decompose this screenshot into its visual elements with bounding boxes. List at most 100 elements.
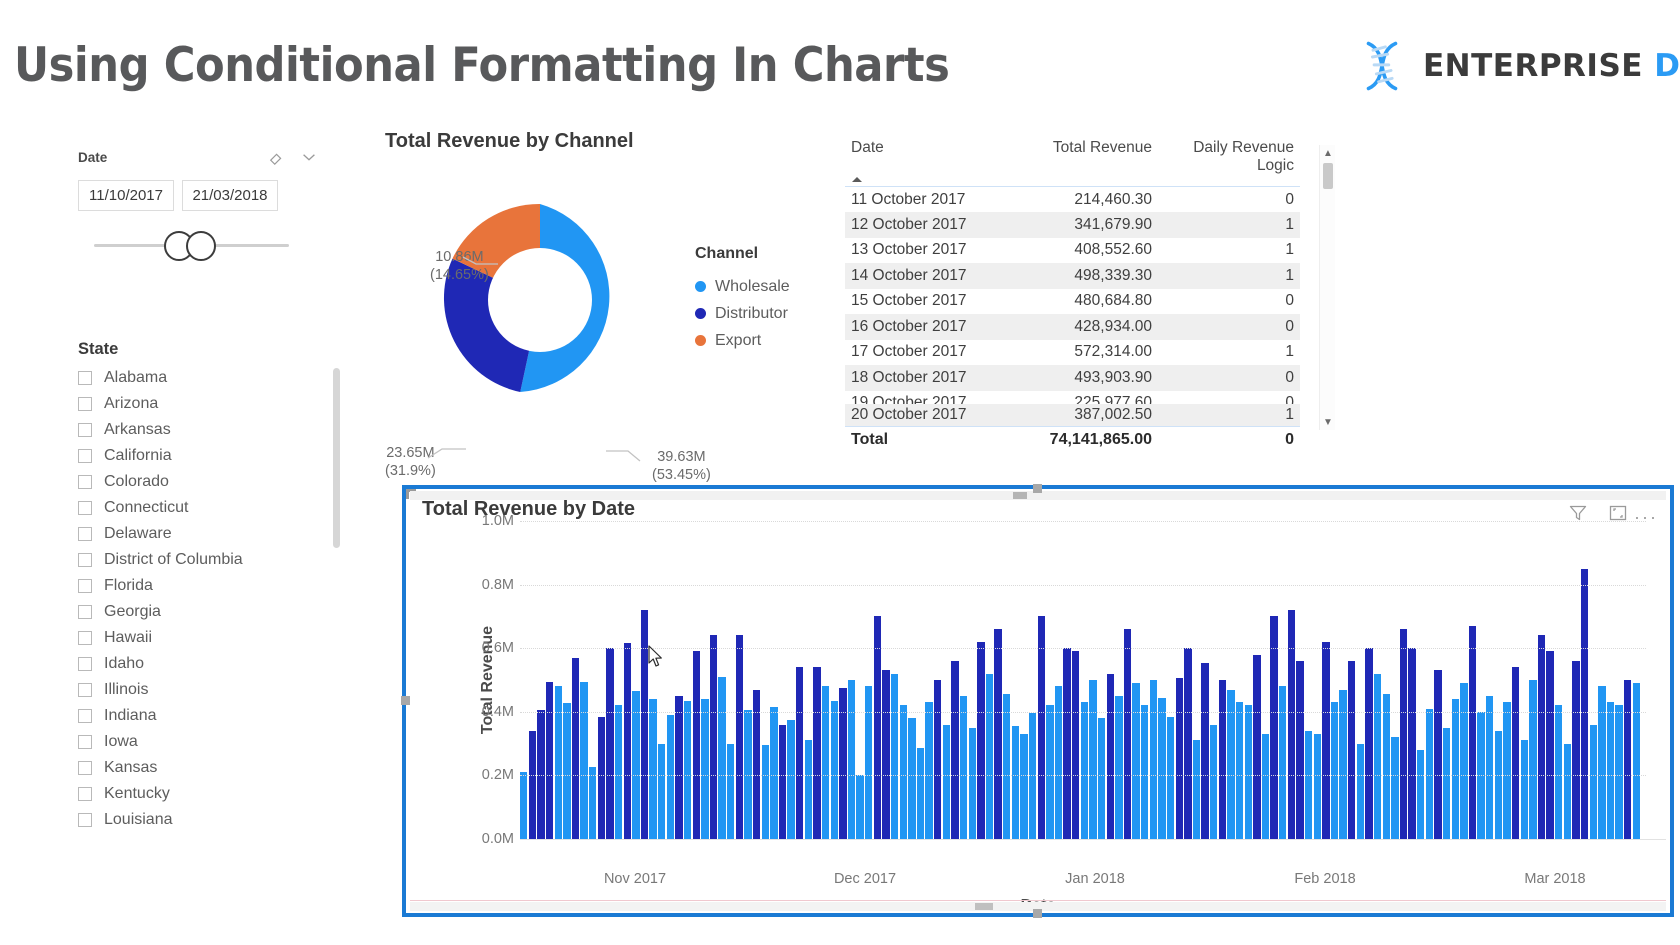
bar[interactable] [1201, 663, 1208, 839]
bar[interactable] [1400, 629, 1407, 839]
bar[interactable] [1063, 648, 1070, 839]
state-list-item[interactable]: Arkansas [78, 417, 338, 443]
bar[interactable] [1193, 740, 1200, 839]
bar[interactable] [943, 725, 950, 839]
bar[interactable] [1443, 728, 1450, 839]
bar[interactable] [1391, 737, 1398, 839]
bar[interactable] [805, 740, 812, 839]
state-list-item[interactable]: Delaware [78, 521, 338, 547]
bar[interactable] [1546, 651, 1553, 839]
state-checkbox[interactable] [78, 527, 92, 541]
table-header-row[interactable]: Date Total Revenue Daily Revenue Logic [845, 135, 1300, 187]
state-list-item[interactable]: Colorado [78, 469, 338, 495]
bar[interactable] [960, 696, 967, 839]
bar[interactable] [1408, 648, 1415, 839]
bar[interactable] [1495, 731, 1502, 839]
bar[interactable] [1098, 718, 1105, 839]
bar[interactable] [917, 748, 924, 839]
bar[interactable] [1581, 569, 1588, 839]
bar[interactable] [1003, 694, 1010, 839]
state-list-item[interactable]: Arizona [78, 391, 338, 417]
state-list-item[interactable]: Connecticut [78, 495, 338, 521]
state-checkbox[interactable] [78, 657, 92, 671]
table-row[interactable]: 16 October 2017428,934.000 [845, 314, 1300, 340]
bar[interactable] [606, 648, 613, 839]
bar[interactable] [1607, 702, 1614, 839]
state-checkbox[interactable] [78, 475, 92, 489]
bar[interactable] [848, 680, 855, 839]
bar[interactable] [675, 696, 682, 839]
resize-handle-bottom[interactable] [1033, 909, 1042, 918]
bar[interactable] [977, 642, 984, 839]
date-range-inputs[interactable]: 11/10/2017 21/03/2018 [78, 180, 318, 211]
bar[interactable] [1555, 705, 1562, 839]
legend-item[interactable]: Distributor [695, 300, 790, 327]
bar[interactable] [1322, 642, 1329, 839]
bar[interactable] [874, 616, 881, 839]
bar[interactable] [1460, 683, 1467, 839]
bar[interactable] [856, 775, 863, 839]
date-start-input[interactable]: 11/10/2017 [78, 180, 174, 211]
state-checkbox[interactable] [78, 631, 92, 645]
focus-mode-icon[interactable] [1608, 503, 1628, 523]
bar[interactable] [1615, 705, 1622, 839]
state-checkbox[interactable] [78, 813, 92, 827]
bar[interactable] [951, 661, 958, 839]
bar[interactable] [1141, 705, 1148, 839]
bar-chart-visual[interactable]: Total Revenue by Date ··· Total Revenue … [402, 485, 1674, 917]
bar[interactable] [589, 767, 596, 839]
bar[interactable] [813, 667, 820, 839]
column-header-date[interactable]: Date [845, 135, 1013, 187]
bar[interactable] [727, 744, 734, 839]
bar[interactable] [1331, 702, 1338, 839]
bar[interactable] [1210, 725, 1217, 839]
bar[interactable] [1167, 717, 1174, 839]
bar[interactable] [520, 772, 527, 839]
state-list-item[interactable]: Idaho [78, 651, 338, 677]
bar[interactable] [1081, 702, 1088, 839]
table-row[interactable]: 13 October 2017408,552.601 [845, 238, 1300, 264]
table-row[interactable]: 14 October 2017498,339.301 [845, 263, 1300, 289]
bar[interactable] [1598, 686, 1605, 839]
bar[interactable] [1012, 726, 1019, 839]
bar[interactable] [649, 699, 656, 839]
bar[interactable] [882, 670, 889, 839]
table-visual[interactable]: Date Total Revenue Daily Revenue Logic 1… [845, 135, 1355, 445]
table-row[interactable]: 15 October 2017480,684.800 [845, 289, 1300, 315]
bar[interactable] [580, 682, 587, 839]
table-body[interactable]: 11 October 2017214,460.30012 October 201… [845, 187, 1300, 417]
bar[interactable] [1279, 686, 1286, 839]
bar-chart-plot[interactable]: Total Revenue 0.0M0.2M0.4M0.6M0.8M1.0M [466, 521, 1646, 839]
bar[interactable] [994, 629, 1001, 839]
bar[interactable] [1348, 661, 1355, 839]
bar[interactable] [736, 635, 743, 839]
date-slicer[interactable]: Date 11/10/2017 21/03/2018 [78, 148, 318, 263]
state-list-scrollbar[interactable] [333, 368, 340, 548]
bar[interactable] [1314, 734, 1321, 839]
bar[interactable] [787, 720, 794, 839]
bar[interactable] [1572, 661, 1579, 839]
state-list-item[interactable]: Illinois [78, 677, 338, 703]
table-row[interactable]: 17 October 2017572,314.001 [845, 340, 1300, 366]
bar[interactable] [969, 728, 976, 839]
bar[interactable] [796, 667, 803, 839]
state-checkbox[interactable] [78, 605, 92, 619]
state-list-item[interactable]: Kentucky [78, 781, 338, 807]
donut-chart-graphic[interactable]: 10.86M (14.65%) 23.65M (31.9%) 39.63M (5… [440, 200, 640, 400]
bar[interactable] [1107, 674, 1114, 839]
bar[interactable] [908, 718, 915, 839]
bar-series[interactable] [520, 521, 1642, 839]
donut-chart-visual[interactable]: Total Revenue by Channel 10.86M (14.65%)… [385, 130, 835, 430]
bar[interactable] [1236, 702, 1243, 839]
state-checkbox[interactable] [78, 579, 92, 593]
bar[interactable] [770, 707, 777, 839]
bar[interactable] [1486, 696, 1493, 839]
bar[interactable] [1176, 678, 1183, 839]
bar[interactable] [1288, 610, 1295, 839]
bar[interactable] [1512, 667, 1519, 839]
visual-header-icons[interactable] [1568, 503, 1628, 523]
revenue-table[interactable]: Date Total Revenue Daily Revenue Logic 1… [845, 135, 1300, 416]
bar[interactable] [572, 658, 579, 839]
date-range-slider[interactable] [78, 229, 303, 263]
bar[interactable] [1124, 629, 1131, 839]
